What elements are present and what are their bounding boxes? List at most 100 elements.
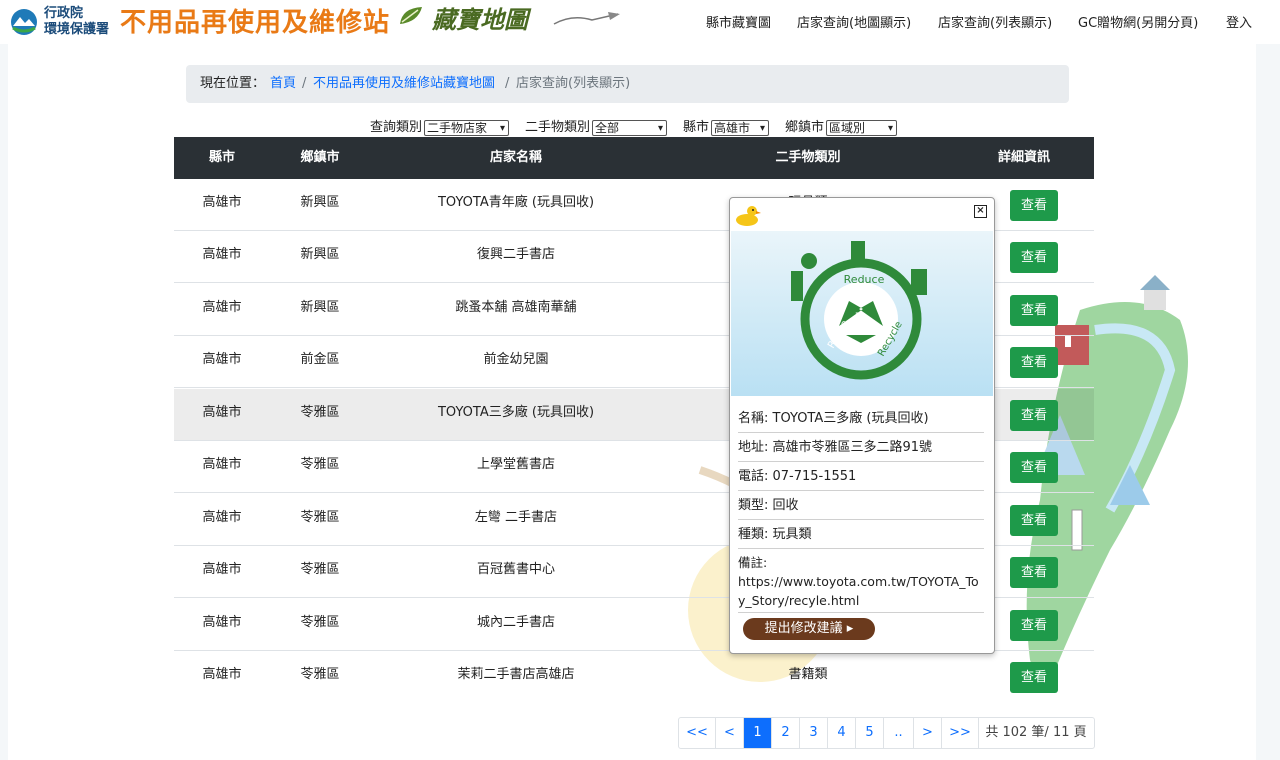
view-details-button[interactable]: 查看 [1010, 557, 1058, 588]
query-type-value: 二手物店家 [427, 121, 488, 135]
recycle-logo-reduce: Reduce [844, 273, 885, 286]
top-bar: 行政院 環境保護署 不用品再使用及維修站 藏寶地圖 縣市藏寶圖 店家查詢(地圖顯… [0, 0, 1280, 44]
cell-category: 書籍類 [788, 667, 828, 682]
store-note-field: 備註: https://www.toyota.com.tw/TOYOTA_Toy… [738, 553, 984, 613]
cell-city: 高雄市 [202, 667, 242, 682]
city-select[interactable]: 高雄市 ▾ [711, 120, 769, 136]
chevron-down-icon: ▾ [657, 123, 663, 134]
epa-logo-icon [11, 9, 37, 35]
cell-district: 苓雅區 [300, 615, 340, 630]
cell-store-name: TOYOTA青年廠 (玩具回收) [437, 195, 595, 210]
pagination: << < 1 2 3 4 5 .. > >> 共 102 筆/ 11 頁 [678, 717, 1095, 749]
column-header-city: 縣市 [208, 150, 235, 165]
chevron-down-icon: ▾ [759, 123, 765, 134]
view-details-button[interactable]: 查看 [1010, 190, 1058, 221]
nav-store-query-list[interactable]: 店家查詢(列表顯示) [938, 12, 1052, 31]
cell-city: 高雄市 [202, 352, 242, 367]
nav-store-query-map[interactable]: 店家查詢(地圖顯示) [797, 12, 911, 31]
nav-city-treasure-map[interactable]: 縣市藏寶圖 [706, 12, 771, 31]
note-url: https://www.toyota.com.tw/TOYOTA_Toy_Sto… [738, 574, 979, 608]
district-value: 區域別 [829, 121, 866, 135]
recycle-logo-r: R [855, 311, 867, 327]
close-icon[interactable]: × [974, 205, 987, 218]
query-type-label: 查詢類別 [370, 120, 423, 135]
view-details-button[interactable]: 查看 [1010, 242, 1058, 273]
item-type-select[interactable]: 全部 ▾ [592, 120, 667, 136]
cell-district: 苓雅區 [300, 457, 340, 472]
item-type-value: 全部 [595, 121, 620, 135]
note-label: 備註: [738, 555, 768, 570]
cell-store-name: 茉莉二手書店高雄店 [457, 667, 575, 682]
page-first-button[interactable]: << [679, 718, 716, 748]
query-type-select[interactable]: 二手物店家 ▾ [424, 120, 509, 136]
page-button-2[interactable]: 2 [772, 718, 800, 748]
view-details-button[interactable]: 查看 [1010, 610, 1058, 641]
breadcrumb-separator: / [505, 76, 510, 91]
cell-district: 苓雅區 [300, 405, 340, 420]
cell-store-name: 百冠舊書中心 [476, 562, 555, 577]
breadcrumb: 現在位置： 首頁 / 不用品再使用及維修站藏寶地圖 / 店家查詢(列表顯示) [186, 65, 1069, 103]
store-name-field: 名稱: TOYOTA三多廠 (玩具回收) [738, 407, 984, 433]
cell-store-name: 跳蚤本舖 高雄南華舖 [455, 300, 577, 315]
recycle-logo-image: R Reduce Reuse Recycle [731, 231, 993, 396]
cell-city: 高雄市 [202, 510, 242, 525]
column-header-store-name: 店家名稱 [489, 150, 542, 165]
cell-district: 新興區 [300, 300, 340, 315]
org-name: 行政院 環境保護署 [44, 6, 109, 38]
chevron-down-icon: ▾ [499, 123, 505, 134]
breadcrumb-map-link[interactable]: 不用品再使用及維修站藏寶地圖 [313, 65, 495, 103]
cell-city: 高雄市 [202, 562, 242, 577]
store-address-field: 地址: 高雄市苓雅區三多二路91號 [738, 436, 984, 462]
page-next-button[interactable]: > [914, 718, 942, 748]
column-header-category: 二手物類別 [775, 150, 841, 165]
treasure-map-title: 藏寶地圖 [432, 5, 528, 34]
cell-district: 苓雅區 [300, 562, 340, 577]
district-select[interactable]: 區域別 ▾ [826, 120, 897, 136]
cell-city: 高雄市 [202, 247, 242, 262]
page-prev-button[interactable]: < [716, 718, 744, 748]
column-header-details: 詳細資訊 [997, 150, 1050, 165]
cell-city: 高雄市 [202, 457, 242, 472]
column-header-district: 鄉鎮市 [300, 150, 340, 165]
leaf-icon [400, 7, 422, 24]
page-ellipsis: .. [884, 718, 914, 748]
duck-icon [736, 206, 761, 226]
cell-city: 高雄市 [202, 195, 242, 210]
cell-store-name: 復興二手書店 [476, 247, 555, 262]
page-last-button[interactable]: >> [942, 718, 979, 748]
breadcrumb-home-link[interactable]: 首頁 [270, 65, 296, 103]
org-name-line1: 行政院 [44, 6, 84, 21]
page-info: 共 102 筆/ 11 頁 [985, 725, 1087, 740]
breadcrumb-separator: / [302, 76, 307, 91]
cell-store-name: 城內二手書店 [476, 615, 555, 630]
nav-login[interactable]: 登入 [1226, 12, 1252, 31]
view-details-button[interactable]: 查看 [1010, 295, 1058, 326]
page-button-4[interactable]: 4 [828, 718, 856, 748]
breadcrumb-prefix: 現在位置： [200, 76, 266, 91]
store-phone-field: 電話: 07-715-1551 [738, 465, 984, 491]
filter-bar: 查詢類別 二手物店家 ▾ 二手物類別 全部 ▾ 縣市 高雄市 ▾ 鄉鎮市 區域別… [0, 118, 1280, 138]
page-button-1[interactable]: 1 [744, 718, 772, 748]
item-type-label: 二手物類別 [525, 120, 591, 135]
cell-store-name: 前金幼兒園 [483, 352, 549, 367]
suggest-edit-button[interactable]: 提出修改建議 ▸ [743, 618, 875, 640]
cell-store-name: TOYOTA三多廠 (玩具回收) [437, 405, 595, 420]
view-details-button[interactable]: 查看 [1010, 452, 1058, 483]
page-button-5[interactable]: 5 [856, 718, 884, 748]
nav-gc-gift-network[interactable]: GC贈物網(另開分頁) [1078, 12, 1198, 31]
store-type-field: 類型: 回收 [738, 494, 984, 520]
cell-district: 新興區 [300, 247, 340, 262]
view-details-button[interactable]: 查看 [1010, 400, 1058, 431]
district-label: 鄉鎮市 [785, 120, 825, 135]
city-label: 縣市 [683, 120, 710, 135]
store-kind-field: 種類: 玩具類 [738, 523, 984, 549]
cell-district: 苓雅區 [300, 667, 340, 682]
page-button-3[interactable]: 3 [800, 718, 828, 748]
view-details-button[interactable]: 查看 [1010, 347, 1058, 378]
chevron-down-icon: ▾ [887, 123, 893, 134]
view-details-button[interactable]: 查看 [1010, 505, 1058, 536]
view-details-button[interactable]: 查看 [1010, 662, 1058, 693]
table-row: 高雄市 苓雅區 茉莉二手書店高雄店 書籍類 查看 [174, 651, 1094, 703]
cell-store-name: 左彎 二手書店 [474, 510, 558, 525]
org-name-line2: 環境保護署 [44, 22, 110, 37]
